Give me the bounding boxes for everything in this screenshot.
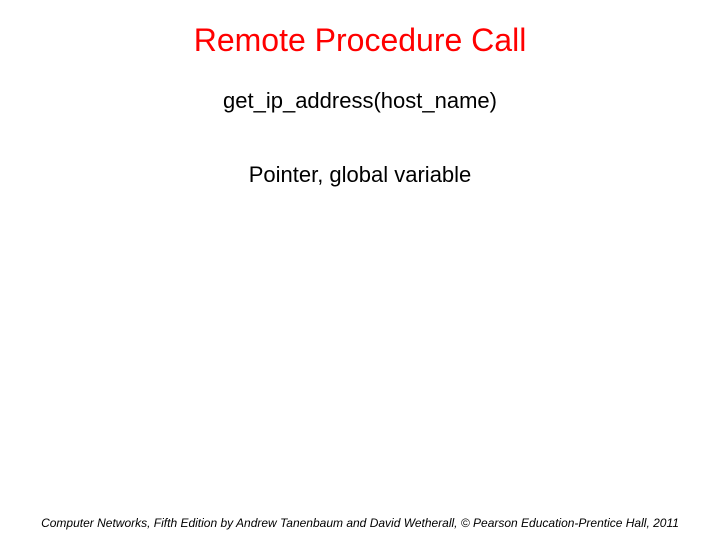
slide-title: Remote Procedure Call [0,22,720,59]
code-line: get_ip_address(host_name) [0,88,720,114]
text-line: Pointer, global variable [0,162,720,188]
slide: Remote Procedure Call get_ip_address(hos… [0,0,720,540]
footer-citation: Computer Networks, Fifth Edition by Andr… [0,516,720,530]
